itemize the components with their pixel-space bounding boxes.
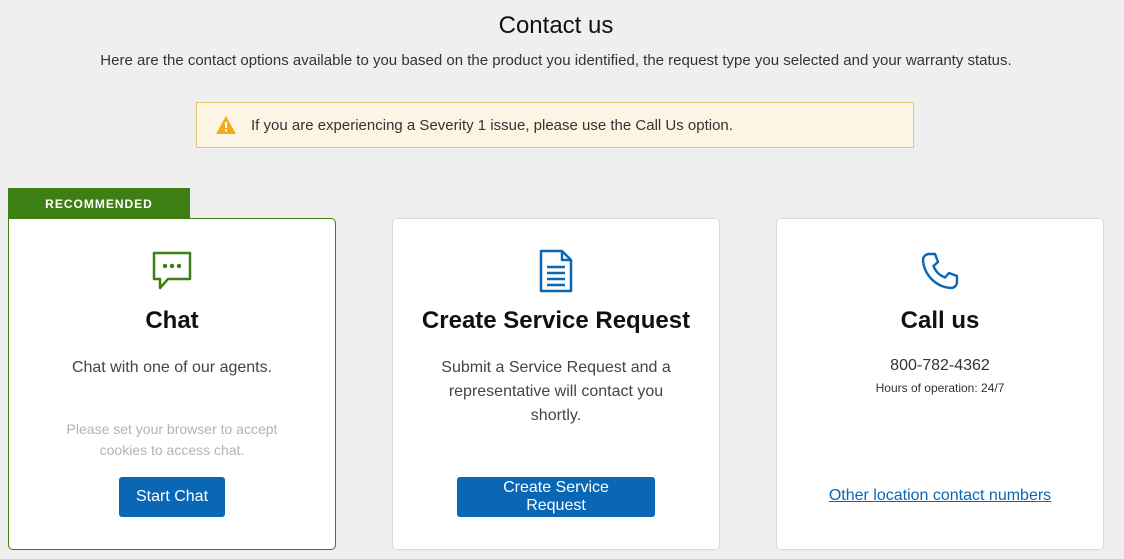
call-title: Call us bbox=[900, 307, 980, 334]
phone-number: 800-782-4362 bbox=[890, 357, 990, 374]
severity-alert: If you are experiencing a Severity 1 iss… bbox=[196, 102, 914, 148]
service-request-title: Create Service Request bbox=[421, 307, 691, 334]
recommended-badge: RECOMMENDED bbox=[8, 188, 190, 219]
chat-description: Chat with one of our agents. bbox=[71, 359, 273, 376]
chat-cookie-note: Please set your browser to accept cookie… bbox=[66, 421, 278, 458]
call-card: Call us 800-782-4362 Hours of operation:… bbox=[776, 218, 1104, 550]
page-title: Contact us bbox=[498, 12, 614, 39]
start-chat-button[interactable]: Start Chat bbox=[119, 477, 225, 517]
hours-of-operation: Hours of operation: 24/7 bbox=[875, 381, 1005, 395]
service-request-description: Submit a Service Request and a represent… bbox=[441, 359, 671, 424]
phone-icon bbox=[918, 249, 962, 293]
alert-text: If you are experiencing a Severity 1 iss… bbox=[251, 116, 733, 134]
chat-bubble-icon bbox=[150, 249, 194, 293]
chat-title: Chat bbox=[145, 307, 199, 334]
warning-icon bbox=[215, 115, 237, 135]
other-location-numbers-link[interactable]: Other location contact numbers bbox=[777, 487, 1103, 505]
chat-card: Chat Chat with one of our agents. Please… bbox=[8, 218, 336, 550]
page-subtitle: Here are the contact options available t… bbox=[100, 52, 1012, 69]
service-request-card: Create Service Request Submit a Service … bbox=[392, 218, 720, 550]
document-icon bbox=[534, 249, 578, 293]
create-service-request-button[interactable]: Create Service Request bbox=[457, 477, 655, 517]
